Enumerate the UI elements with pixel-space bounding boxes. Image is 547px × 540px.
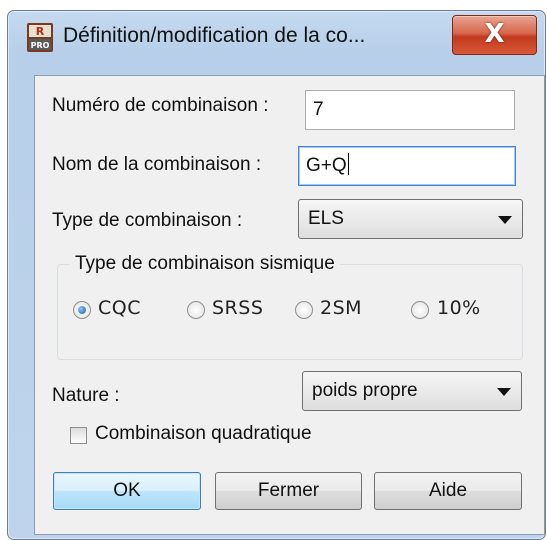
svg-text:PRO: PRO xyxy=(31,41,50,50)
radio-2sm[interactable] xyxy=(295,301,313,319)
svg-text:R: R xyxy=(36,25,45,38)
radio-srss-label: SRSS xyxy=(212,297,264,319)
quadratique-label: Combinaison quadratique xyxy=(95,423,312,444)
nom-input[interactable]: G+Q xyxy=(298,146,516,186)
chevron-down-icon xyxy=(498,216,512,224)
quadratique-checkbox[interactable] xyxy=(70,427,87,444)
radio-10pct[interactable] xyxy=(411,301,429,319)
fermer-button[interactable]: Fermer xyxy=(215,472,362,510)
radio-2sm-label: 2SM xyxy=(320,297,363,319)
type-select[interactable]: ELS xyxy=(298,199,523,239)
text-caret xyxy=(347,153,349,175)
sismique-group-title: Type de combinaison sismique xyxy=(70,253,340,275)
radio-cqc[interactable] xyxy=(73,301,91,319)
nature-label: Nature : xyxy=(52,385,120,406)
chevron-down-icon xyxy=(497,388,511,396)
close-button[interactable]: X xyxy=(452,15,537,55)
nom-label: Nom de la combinaison : xyxy=(52,154,262,175)
radio-srss[interactable] xyxy=(187,301,205,319)
radio-10pct-label: 10% xyxy=(437,297,481,319)
close-icon: X xyxy=(484,19,505,49)
numero-input[interactable]: 7 xyxy=(305,90,515,130)
ok-button[interactable]: OK xyxy=(53,472,201,510)
robot-pro-icon: R PRO xyxy=(27,23,53,52)
nature-select[interactable]: poids propre xyxy=(302,371,522,411)
numero-label: Numéro de combinaison : xyxy=(52,95,269,116)
window-title: Définition/modification de la co... xyxy=(63,24,366,47)
type-label: Type de combinaison : xyxy=(52,210,243,231)
radio-cqc-label: CQC xyxy=(98,297,141,319)
aide-button[interactable]: Aide xyxy=(374,472,522,510)
